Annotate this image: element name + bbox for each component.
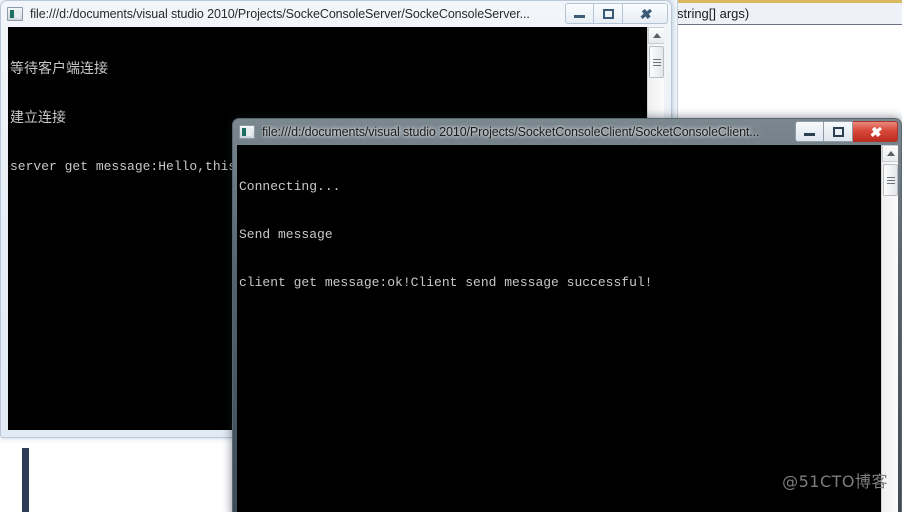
- maximize-icon: [832, 126, 844, 137]
- visual-studio-editor-window[interactable]: string[] args): [668, 0, 902, 128]
- client-console-text: Connecting... Send message client get me…: [237, 145, 898, 323]
- server-titlebar[interactable]: file:///d:/documents/visual studio 2010/…: [0, 0, 672, 27]
- client-window-controls: ✖: [795, 121, 898, 142]
- client-console-window[interactable]: file:///d:/documents/visual studio 2010/…: [232, 118, 902, 512]
- maximize-icon: [602, 8, 614, 19]
- chevron-up-icon: [886, 151, 895, 156]
- server-maximize-button[interactable]: [594, 3, 623, 24]
- screen-root: string[] args) file:///d:/documents/visu…: [0, 0, 902, 512]
- server-window-controls: ✖: [565, 3, 668, 24]
- client-window-title: file:///d:/documents/visual studio 2010/…: [262, 124, 760, 139]
- minimize-icon: [574, 15, 585, 18]
- background-navy-strip: [22, 448, 29, 512]
- server-scroll-up-button[interactable]: [648, 27, 664, 44]
- server-console-line: 等待客户端连接: [10, 61, 108, 77]
- client-maximize-button[interactable]: [824, 121, 853, 142]
- client-console-line: client get message:ok!Client send messag…: [239, 275, 653, 290]
- client-minimize-button[interactable]: [795, 121, 824, 142]
- close-icon: ✖: [869, 123, 881, 140]
- client-console-scrollbar[interactable]: [881, 145, 898, 512]
- server-close-button[interactable]: ✖: [623, 3, 668, 24]
- client-console-line: Send message: [239, 227, 333, 242]
- editor-code-line: string[] args): [669, 3, 902, 25]
- client-console-line: Connecting...: [239, 179, 341, 194]
- close-icon: ✖: [639, 5, 651, 22]
- client-close-button[interactable]: ✖: [853, 121, 898, 142]
- client-console-output[interactable]: Connecting... Send message client get me…: [237, 145, 898, 512]
- client-scroll-thumb[interactable]: [883, 164, 898, 196]
- client-scroll-up-button[interactable]: [882, 145, 898, 162]
- console-app-icon: [7, 6, 23, 21]
- editor-body[interactable]: [669, 26, 902, 128]
- grip-icon: [652, 58, 661, 66]
- server-window-title: file:///d:/documents/visual studio 2010/…: [30, 6, 530, 21]
- client-titlebar[interactable]: file:///d:/documents/visual studio 2010/…: [232, 118, 902, 145]
- chevron-up-icon: [652, 33, 661, 38]
- server-minimize-button[interactable]: [565, 3, 594, 24]
- server-scroll-thumb[interactable]: [649, 46, 664, 78]
- minimize-icon: [804, 133, 815, 136]
- console-app-icon: [239, 124, 255, 139]
- grip-icon: [886, 176, 895, 184]
